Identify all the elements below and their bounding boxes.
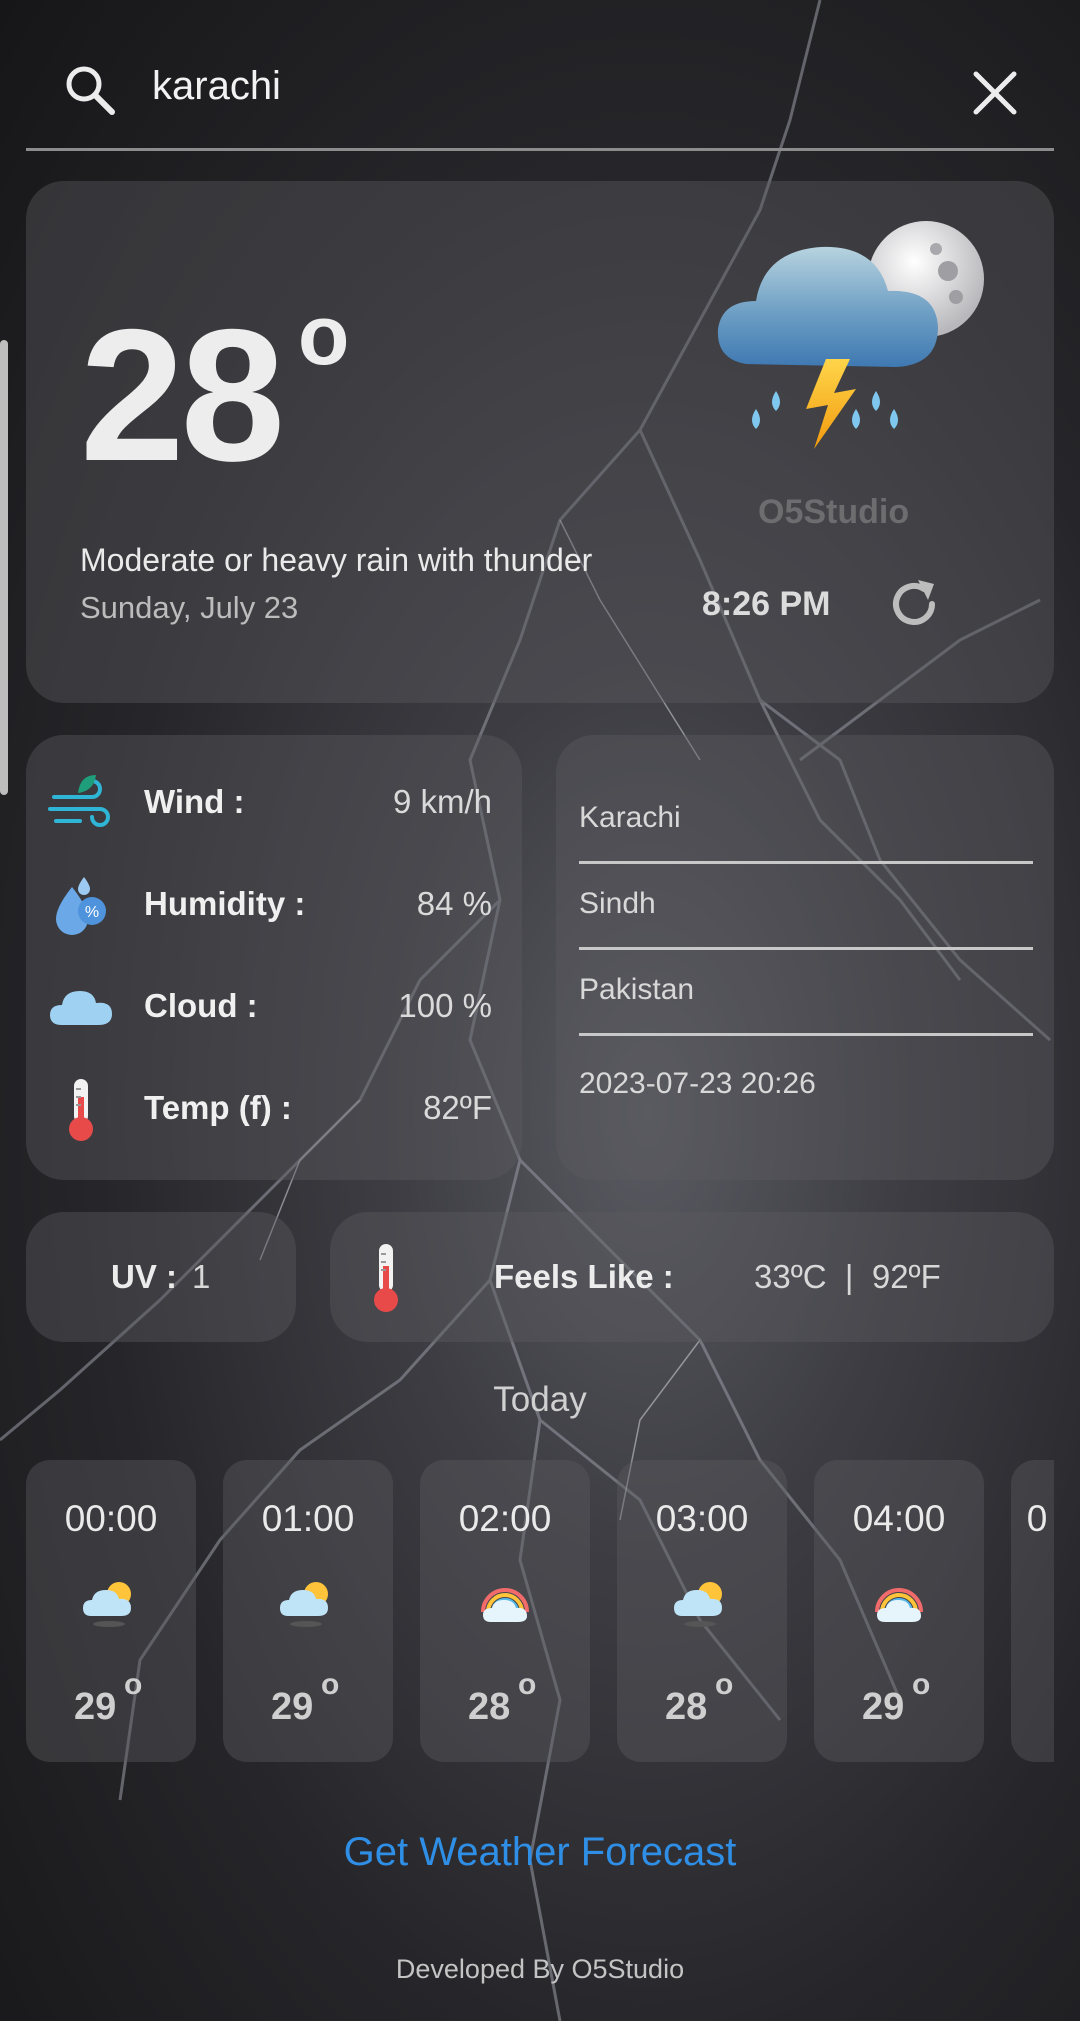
partly-cloudy-icon [674, 1582, 722, 1627]
humidity-icon: % [56, 877, 106, 935]
degree-symbol: o [298, 288, 350, 382]
partly-cloudy-icon [83, 1582, 131, 1627]
watermark: O5Studio [758, 493, 910, 531]
today-heading: Today [493, 1380, 587, 1419]
feels-like-label: Feels Like : [494, 1258, 674, 1295]
hourly-item[interactable]: 03:00 28 o [617, 1460, 787, 1762]
weather-app: karachi 28 o Moderate or heavy rain with… [0, 0, 1080, 2021]
thunder-rain-night-icon [717, 221, 984, 449]
hourly-item[interactable]: 01:00 29 o [223, 1460, 393, 1762]
temp-f-value: 82ºF [423, 1089, 492, 1126]
uv-value: 1 [192, 1258, 211, 1295]
current-time: 8:26 PM [702, 585, 831, 623]
humidity-value: 84 % [416, 885, 492, 922]
hourly-forecast-list[interactable]: 00:00 29 o 01:00 29 o 02:00 28 o 03:00 2… [26, 1460, 1054, 1762]
weather-stats-card: Wind : 9 km/h % Humidity : 84 % Cloud : … [26, 735, 522, 1180]
wind-value: 9 km/h [392, 783, 492, 820]
location-card: Karachi Sindh Pakistan 2023-07-23 20:26 [556, 735, 1054, 1180]
hour-temp: 28 [665, 1686, 708, 1728]
country-field: Pakistan [579, 947, 1033, 1036]
degree-symbol: o [912, 1668, 931, 1701]
hourly-item[interactable]: 02:00 28 o [420, 1460, 590, 1762]
degree-symbol: o [518, 1668, 537, 1701]
feels-like-card: Feels Like : 33ºC | 92ºF [330, 1212, 1054, 1342]
country-text: Pakistan [579, 973, 695, 1006]
city-field: Karachi [579, 775, 1033, 864]
search-icon[interactable] [62, 62, 118, 118]
region-field: Sindh [579, 861, 1033, 950]
wind-label: Wind : [144, 783, 245, 820]
thermometer-icon [374, 1244, 398, 1312]
partly-cloudy-icon [280, 1582, 328, 1627]
hour-temp: 29 [74, 1686, 117, 1728]
weather-condition: Moderate or heavy rain with thunder [80, 542, 593, 578]
degree-symbol: o [321, 1668, 340, 1701]
stat-row-cloud: Cloud : 100 % [26, 967, 522, 1047]
region-text: Sindh [579, 887, 656, 920]
hour-time: 02:00 [458, 1498, 552, 1539]
hour-temp: 28 [468, 1686, 511, 1728]
hour-time: 03:00 [655, 1498, 749, 1539]
footer-credit: Developed By O5Studio [395, 1954, 685, 1984]
svg-text:%: % [85, 904, 99, 921]
current-weather-card: 28 o Moderate or heavy rain with thunder… [26, 181, 1054, 703]
degree-symbol: o [124, 1668, 143, 1701]
stat-row-temp-f: Temp (f) : 82ºF [26, 1069, 522, 1149]
hour-time: 0 [1026, 1498, 1048, 1539]
hour-temp: 29 [271, 1686, 314, 1728]
hourly-item[interactable]: 00:00 29 o [26, 1460, 196, 1762]
current-temperature: 28 [80, 290, 285, 500]
refresh-icon[interactable] [884, 574, 944, 634]
close-icon[interactable] [966, 64, 1024, 122]
feels-like-value: 33ºC | 92ºF [754, 1258, 941, 1295]
wind-icon [48, 775, 110, 827]
city-text: Karachi [579, 801, 681, 834]
cloud-rainbow-icon [481, 1588, 529, 1622]
stat-row-humidity: % Humidity : 84 % [26, 865, 522, 945]
degree-symbol: o [715, 1668, 734, 1701]
thermometer-icon [69, 1079, 93, 1141]
cloud-label: Cloud : [144, 987, 258, 1024]
hourly-item[interactable]: 0 [1011, 1460, 1054, 1762]
current-date: Sunday, July 23 [80, 590, 299, 625]
cloud-value: 100 % [398, 987, 492, 1024]
search-input[interactable]: karachi [152, 64, 281, 109]
scrollbar-handle[interactable] [0, 340, 8, 795]
cloud-rainbow-icon [875, 1588, 923, 1622]
uv-card: UV : 1 [26, 1212, 296, 1342]
local-datetime: 2023-07-23 20:26 [579, 1067, 816, 1100]
cloud-icon [50, 991, 112, 1025]
temp-f-label: Temp (f) : [144, 1089, 292, 1126]
uv-label: UV : [111, 1258, 177, 1295]
hour-temp: 29 [862, 1686, 905, 1728]
humidity-label: Humidity : [144, 885, 306, 922]
search-bar[interactable]: karachi [26, 40, 1054, 151]
get-forecast-link[interactable]: Get Weather Forecast [0, 1830, 1080, 1875]
stat-row-wind: Wind : 9 km/h [26, 763, 522, 843]
hour-time: 01:00 [261, 1498, 355, 1539]
hour-time: 00:00 [64, 1498, 158, 1539]
